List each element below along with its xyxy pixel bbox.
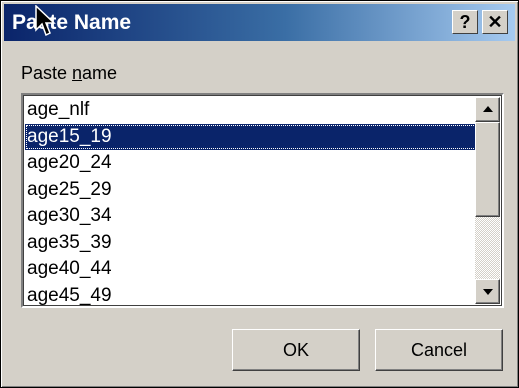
help-button[interactable]: ? (452, 10, 478, 34)
names-listbox[interactable]: age_nlf age15_19 age20_24 age25_29 age30_34 a… (21, 93, 504, 308)
paste-name-label: Paste name (21, 63, 118, 83)
arrow-up-icon (483, 106, 493, 112)
title-bar[interactable]: Paste Name ? ✕ (4, 4, 515, 41)
help-icon: ? (459, 12, 471, 32)
close-button[interactable]: ✕ (482, 10, 508, 34)
list-item[interactable]: age25_29 (25, 177, 477, 204)
list-item[interactable]: age30_34 (25, 203, 477, 230)
arrow-down-icon (483, 289, 493, 295)
paste-name-dialog: Paste Name ? ✕ Paste name age_nlf age15_1… (0, 0, 519, 388)
close-icon: ✕ (487, 12, 503, 32)
dialog-title: Paste Name (12, 11, 132, 34)
scroll-down-button[interactable] (475, 279, 500, 304)
list-item[interactable]: age40_44 (25, 256, 477, 283)
ok-button[interactable]: OK (232, 329, 360, 371)
list-item[interactable]: age15_19 (25, 123, 477, 150)
scroll-up-button[interactable] (475, 97, 500, 122)
list-item[interactable]: age35_39 (25, 230, 477, 257)
vertical-scrollbar[interactable] (475, 97, 500, 304)
scroll-thumb[interactable] (475, 122, 500, 217)
cancel-button[interactable]: Cancel (375, 329, 503, 371)
names-list: age_nlf age15_19 age20_24 age25_29 age30_34 a… (25, 97, 477, 309)
list-item[interactable]: age20_24 (25, 150, 477, 177)
list-item[interactable]: age_nlf (25, 97, 477, 124)
mouse-cursor-icon (35, 5, 56, 37)
list-item[interactable]: age45_49 (25, 283, 477, 310)
